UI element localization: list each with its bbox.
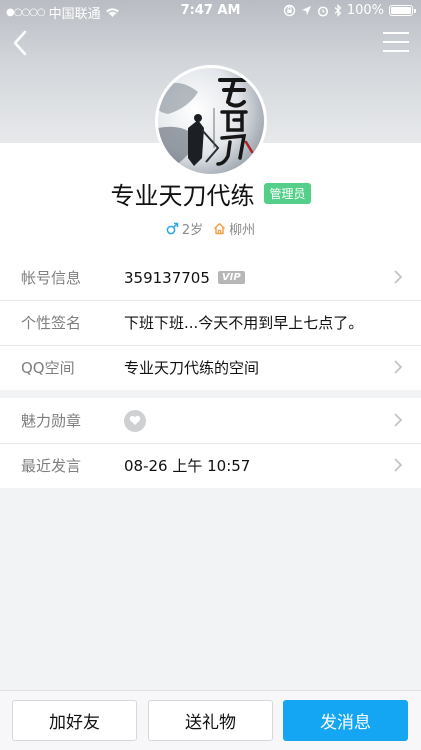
bluetooth-icon [334, 4, 342, 17]
battery-icon [389, 5, 416, 16]
location-arrow-icon [301, 6, 311, 15]
account-info-label: 帐号信息 [21, 269, 82, 287]
charm-medal-label: 魅力勋章 [21, 412, 82, 430]
male-icon [166, 222, 179, 235]
activity-section: 魅力勋章 最近发言 08-26 上午 10:57 [0, 398, 421, 488]
qzone-row[interactable]: QQ空间 专业天刀代练的空间 [0, 345, 421, 390]
recent-post-label: 最近发言 [21, 457, 82, 475]
signature-row: 个性签名 下班下班...今天不用到早上七点了。 [0, 300, 421, 345]
qzone-label: QQ空间 [21, 359, 75, 377]
heart-medal-icon [124, 409, 146, 432]
avatar[interactable] [155, 65, 267, 177]
age-info: 2岁 [166, 219, 203, 238]
profile-name-row: 专业天刀代练 管理员 [0, 176, 421, 211]
recent-post-value: 08-26 上午 10:57 [124, 457, 251, 475]
chevron-right-icon [394, 413, 403, 427]
status-bar: ●○○○○ 中国联通 7:47 AM 100% [0, 0, 421, 22]
avatar-image [158, 68, 264, 174]
admin-badge: 管理员 [264, 183, 311, 204]
more-menu-button[interactable] [383, 32, 409, 54]
qq-number: 359137705 [124, 268, 210, 287]
battery-percent: 100% [346, 3, 384, 18]
qzone-value: 专业天刀代练的空间 [124, 359, 260, 377]
signature-label: 个性签名 [21, 314, 82, 332]
charm-medal-row[interactable]: 魅力勋章 [0, 398, 421, 443]
chevron-right-icon [394, 360, 403, 374]
profile-meta: 2岁 柳州 [0, 219, 421, 238]
age-text: 2岁 [181, 223, 204, 238]
info-section: 帐号信息 359137705 VIP 个性签名 下班下班...今天不用到早上七点… [0, 255, 421, 390]
chevron-right-icon [394, 458, 403, 472]
chevron-left-icon [13, 30, 27, 56]
location-text: 柳州 [229, 223, 256, 238]
send-message-button[interactable]: 发消息 [283, 700, 408, 741]
send-gift-button[interactable]: 送礼物 [148, 700, 273, 741]
recent-post-row[interactable]: 最近发言 08-26 上午 10:57 [0, 443, 421, 488]
home-icon [214, 223, 226, 235]
chevron-right-icon [394, 270, 403, 284]
charm-medal-value [124, 409, 146, 432]
alarm-icon [317, 5, 328, 17]
signature-value: 下班下班...今天不用到早上七点了。 [124, 314, 364, 332]
back-button[interactable] [6, 26, 36, 60]
account-info-row[interactable]: 帐号信息 359137705 VIP [0, 255, 421, 300]
account-info-value: 359137705 VIP [124, 269, 245, 287]
action-bar: 加好友 送礼物 发消息 [0, 690, 421, 750]
vip-badge: VIP [217, 271, 245, 284]
profile-nickname: 专业天刀代练 [110, 182, 255, 210]
hamburger-menu-icon [383, 32, 409, 34]
location-info: 柳州 [213, 219, 255, 238]
add-friend-button[interactable]: 加好友 [12, 700, 137, 741]
rotation-lock-icon [283, 4, 296, 17]
